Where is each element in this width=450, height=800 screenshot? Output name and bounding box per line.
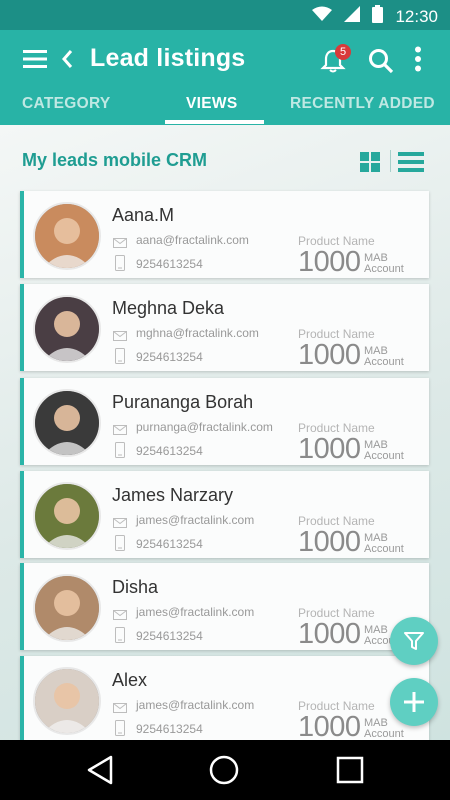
nav-back-button[interactable]	[84, 754, 116, 786]
filter-fab[interactable]	[390, 617, 438, 665]
lead-card[interactable]: Alex james@fractalink.com 9254613254 Produc…	[20, 656, 429, 740]
mail-icon	[113, 422, 127, 440]
app-bar: Lead listings 5 CATEGORY VIEWS RECENTLY …	[0, 30, 450, 125]
hamburger-icon	[23, 50, 47, 68]
product-unit-sub: Account	[364, 450, 404, 462]
triangle-back-icon	[87, 755, 113, 785]
wifi-icon	[312, 6, 333, 27]
nav-recents-button[interactable]	[334, 754, 366, 786]
phone-icon	[115, 720, 125, 740]
phone-icon	[115, 535, 125, 556]
search-button[interactable]	[366, 46, 396, 76]
lead-name: Purananga Borah	[112, 392, 254, 412]
lead-phone[interactable]: 9254613254	[136, 257, 203, 271]
avatar	[33, 295, 101, 363]
lead-name: Aana.M	[112, 205, 175, 225]
lead-name: Meghna Deka	[112, 298, 225, 318]
product-value: 1000	[298, 339, 361, 371]
product-unit-sub: Account	[364, 356, 404, 368]
lead-name: Alex	[112, 670, 148, 690]
lead-card[interactable]: Purananga Borah purnanga@fractalink.com 92…	[20, 378, 429, 465]
lead-email[interactable]: james@fractalink.com	[136, 605, 254, 619]
lead-name: Disha	[112, 577, 159, 597]
product-unit-sub: Account	[364, 728, 404, 740]
grid-icon	[360, 152, 380, 172]
notification-badge: 5	[335, 44, 351, 60]
plus-icon	[404, 692, 424, 712]
view-toggle-divider	[390, 150, 391, 172]
page-title: Lead listings	[90, 44, 246, 72]
lead-phone[interactable]: 9254613254	[136, 722, 203, 736]
grid-view-toggle[interactable]	[360, 152, 380, 177]
phone-icon	[115, 627, 125, 648]
tab-views[interactable]: VIEWS	[186, 95, 237, 113]
square-recents-icon	[336, 756, 364, 784]
more-vert-icon	[415, 46, 421, 72]
lead-phone[interactable]: 9254613254	[136, 629, 203, 643]
avatar	[33, 202, 101, 270]
product-value: 1000	[298, 618, 361, 650]
lead-email[interactable]: mghna@fractalink.com	[136, 326, 259, 340]
mail-icon	[113, 235, 127, 253]
nav-home-button[interactable]	[208, 754, 240, 786]
product-value: 1000	[298, 526, 361, 558]
product-unit-sub: Account	[364, 263, 404, 275]
avatar	[33, 667, 101, 735]
mail-icon	[113, 700, 127, 718]
chevron-left-icon	[62, 50, 73, 68]
phone-icon	[115, 348, 125, 369]
menu-button[interactable]	[22, 46, 48, 72]
phone-icon	[115, 255, 125, 276]
cell-signal-icon	[344, 6, 361, 27]
lead-name: James Narzary	[112, 485, 234, 505]
lead-phone[interactable]: 9254613254	[136, 350, 203, 364]
circle-home-icon	[209, 755, 239, 785]
overflow-menu-button[interactable]	[408, 44, 428, 74]
search-icon	[369, 49, 394, 74]
battery-icon	[372, 5, 384, 28]
status-bar: 12:30	[0, 0, 450, 30]
lead-card[interactable]: Meghna Deka mghna@fractalink.com 925461325…	[20, 284, 429, 371]
product-value: 1000	[298, 246, 361, 278]
mail-icon	[113, 515, 127, 533]
lead-email[interactable]: aana@fractalink.com	[136, 233, 249, 247]
product-unit-sub: Account	[364, 543, 404, 555]
product-value: 1000	[298, 433, 361, 465]
lead-email[interactable]: james@fractalink.com	[136, 698, 254, 712]
active-tab-indicator	[165, 120, 264, 124]
avatar	[33, 574, 101, 642]
back-button[interactable]	[58, 46, 76, 72]
product-value: 1000	[298, 711, 361, 740]
lead-card[interactable]: Disha james@fractalink.com 9254613254 Produ…	[20, 563, 429, 650]
lead-phone[interactable]: 9254613254	[136, 444, 203, 458]
filter-icon	[404, 632, 424, 650]
lead-email[interactable]: purnanga@fractalink.com	[136, 420, 273, 434]
section-title: My leads mobile CRM	[22, 150, 208, 170]
clock: 12:30	[395, 6, 438, 26]
tab-category[interactable]: CATEGORY	[22, 95, 111, 113]
tab-recently-added[interactable]: RECENTLY ADDED	[290, 95, 435, 113]
list-icon	[398, 152, 424, 172]
lead-email[interactable]: james@fractalink.com	[136, 513, 254, 527]
phone-icon	[115, 442, 125, 463]
avatar	[33, 482, 101, 550]
avatar	[33, 389, 101, 457]
list-view-toggle[interactable]	[398, 152, 424, 177]
lead-list-area[interactable]: My leads mobile CRM Aana.M aana@fractalin…	[0, 125, 450, 740]
mail-icon	[113, 328, 127, 346]
lead-card[interactable]: Aana.M aana@fractalink.com 9254613254 Produ…	[20, 191, 429, 278]
lead-card[interactable]: James Narzary james@fractalink.com 9254613…	[20, 471, 429, 558]
mail-icon	[113, 607, 127, 625]
add-lead-fab[interactable]	[390, 678, 438, 726]
lead-phone[interactable]: 9254613254	[136, 537, 203, 551]
system-nav-bar	[0, 740, 450, 800]
